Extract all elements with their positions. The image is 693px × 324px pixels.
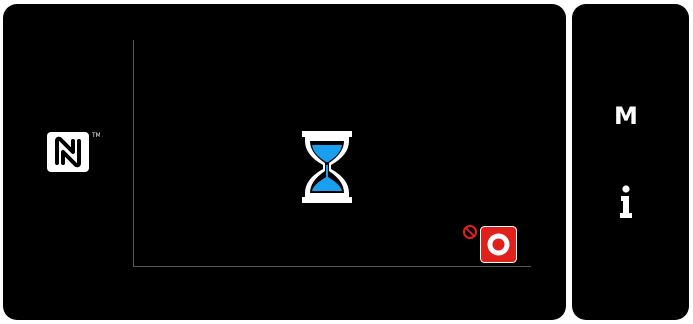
nfc-icon: TM	[47, 132, 100, 172]
device-screen: TM M	[0, 0, 693, 324]
vertical-axis-line	[133, 40, 134, 266]
svg-text:TM: TM	[91, 132, 100, 139]
hourglass-icon	[302, 131, 352, 203]
side-button-panel	[572, 4, 689, 320]
horizontal-axis-line	[133, 266, 531, 267]
info-icon[interactable]	[597, 180, 655, 220]
mode-button[interactable]: M	[597, 96, 655, 136]
stop-button[interactable]	[480, 226, 517, 263]
no-entry-icon	[463, 225, 477, 239]
